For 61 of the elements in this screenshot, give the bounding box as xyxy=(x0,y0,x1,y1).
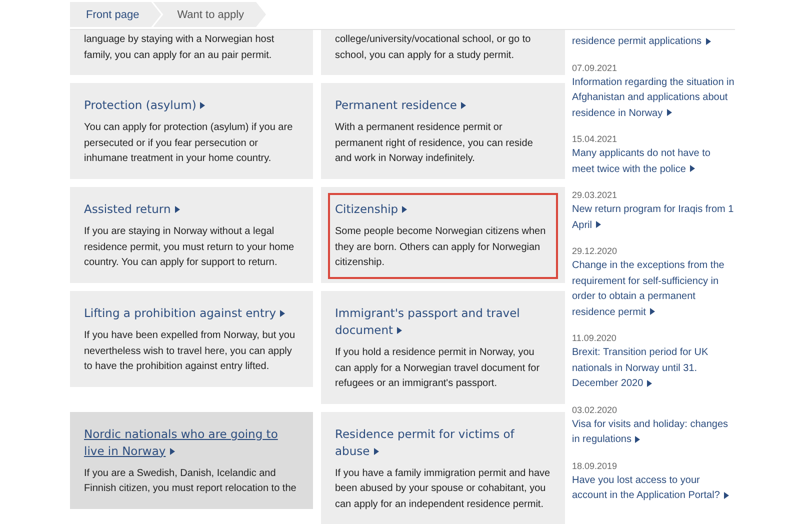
caret-icon xyxy=(200,102,206,110)
card-description: If you are staying in Norway without a legal residence permit, you must return to your home country. You can apply for support to return. xyxy=(84,225,296,270)
caret-icon xyxy=(280,310,286,318)
news-link[interactable]: Change in the exceptions from the requirement for self-sufficiency in order to obtain a permanent residence permit xyxy=(572,258,735,320)
news-link[interactable]: Information regarding the situation in Afghanistan and applications about residence in Norway xyxy=(572,74,735,121)
caret-icon xyxy=(397,327,402,334)
card-description: If you hold a residence permit in Norway, you can apply for a Norwegian travel document for refugees or an immigrant's passport. xyxy=(335,346,541,391)
card-title-link[interactable]: Assisted return xyxy=(84,201,299,218)
news-link[interactable]: Have you lost access to your account in the Application Portal? xyxy=(572,472,735,504)
card-title-link[interactable]: Lifting a prohibition against entry xyxy=(84,305,299,322)
card-title-link[interactable]: Citizenship xyxy=(335,201,551,218)
caret-icon xyxy=(690,165,695,172)
news-date: 11.09.2020 xyxy=(572,332,618,345)
card-title-link[interactable]: Nordic nationals who are going to live in Norway xyxy=(84,426,299,460)
caret-icon xyxy=(724,492,729,499)
news-link[interactable]: Visa for visits and holiday: changes in regulations xyxy=(572,416,735,448)
card-description: college/university/vocational school, or go to school, you can apply for a study permit. xyxy=(335,33,532,62)
caret-icon xyxy=(596,221,602,228)
card-title-link[interactable]: Immigrant's passport and travel document xyxy=(335,305,551,339)
info-card[interactable]: language by staying with a Norwegian host family, you can apply for an au pair permit. xyxy=(70,30,313,75)
card-description: If you are a Swedish, Danish, Icelandic and Finnish citizen, you must report relocation to the xyxy=(84,466,298,496)
info-card[interactable]: Assisted return If you are staying in Norway without a legal residence permit, you must return to your home country. You can apply for support to return. xyxy=(70,187,313,283)
info-card[interactable]: Citizenship Some people become Norwegian citizens when they are born. Others can apply for Norwegian citizenship. xyxy=(321,187,565,283)
news-date: 03.02.2020 xyxy=(572,404,618,416)
caret-icon xyxy=(402,206,408,214)
info-card[interactable]: Protection (asylum) You can apply for protection (asylum) if you are persecuted or if you fear persecution or inhumane treatment in your home country. xyxy=(70,83,313,179)
caret-icon xyxy=(706,38,711,45)
info-card[interactable]: Lifting a prohibition against entry If you have been expelled from Norway, but you nevertheless wish to travel here, you can apply to have the prohibition against entry lifted. xyxy=(70,291,313,387)
breadcrumb-link[interactable]: Front page xyxy=(70,2,162,27)
card-description: If you have a family immigration permit and have been abused by your spouse or cohabitant, you can apply for an independent residence permit. xyxy=(335,466,551,512)
card-title-link[interactable]: Residence permit for victims of abuse xyxy=(335,426,551,460)
news-link[interactable]: residence permit applications xyxy=(572,34,735,50)
info-card[interactable]: Residence permit for victims of abuse If you have a family immigration permit and have been abused by your spouse or cohabitant, you can apply for an independent residence permit. xyxy=(321,412,565,524)
info-card[interactable]: Permanent residence With a permanent residence permit or permanent right of residence, you can reside and work in Norway indefinitely. xyxy=(321,83,565,179)
info-card[interactable]: college/university/vocational school, or go to school, you can apply for a study permit. xyxy=(321,30,565,75)
card-description: If you have been expelled from Norway, but you nevertheless wish to travel here, you can apply to have the prohibition against entry lifted. xyxy=(84,329,296,374)
news-link[interactable]: Many applicants do not have to meet twice with the police xyxy=(572,146,735,177)
news-date: 15.04.2021 xyxy=(572,133,618,146)
card-description: With a permanent residence permit or permanent right of residence, you can reside and work in Norway indefinitely. xyxy=(335,121,534,166)
card-description: Some people become Norwegian citizens when they are born. Others can apply for Norwegian citizenship. xyxy=(335,225,547,270)
card-title-link[interactable]: Protection (asylum) xyxy=(84,97,299,114)
news-link[interactable]: Brexit: Transition period for UK nationals in Norway until 31. December 2020 xyxy=(572,345,735,392)
caret-icon xyxy=(666,109,672,116)
news-date: 29.12.2020 xyxy=(572,245,618,258)
news-date: 18.09.2019 xyxy=(572,460,618,472)
card-description: You can apply for protection (asylum) if you are persecuted or if you fear persecution or inhumane treatment in your home country. xyxy=(84,121,294,166)
news-link[interactable]: New return program for Iraqis from 1 April xyxy=(572,202,735,233)
caret-icon xyxy=(374,448,379,455)
caret-icon xyxy=(650,308,655,316)
info-card[interactable]: Immigrant's passport and travel document If you hold a residence permit in Norway, you can apply for a Norwegian travel document for refugees or an immigrant's passport. xyxy=(321,291,565,404)
caret-icon xyxy=(635,436,640,443)
breadcrumb-link[interactable]: Want to apply xyxy=(153,2,266,27)
caret-icon xyxy=(174,206,180,214)
caret-icon xyxy=(647,380,652,387)
news-date: 29.03.2021 xyxy=(572,189,618,202)
info-card[interactable]: Nordic nationals who are going to live in Norway If you are a Swedish, Danish, Icelandic and Finnish citizen, you must report relocation to the xyxy=(70,412,313,508)
caret-icon xyxy=(461,102,466,110)
card-title-link[interactable]: Permanent residence xyxy=(335,97,551,114)
card-description: language by staying with a Norwegian host family, you can apply for an au pair permit. xyxy=(84,33,276,62)
news-date: 07.09.2021 xyxy=(572,62,618,74)
caret-icon xyxy=(170,448,175,455)
